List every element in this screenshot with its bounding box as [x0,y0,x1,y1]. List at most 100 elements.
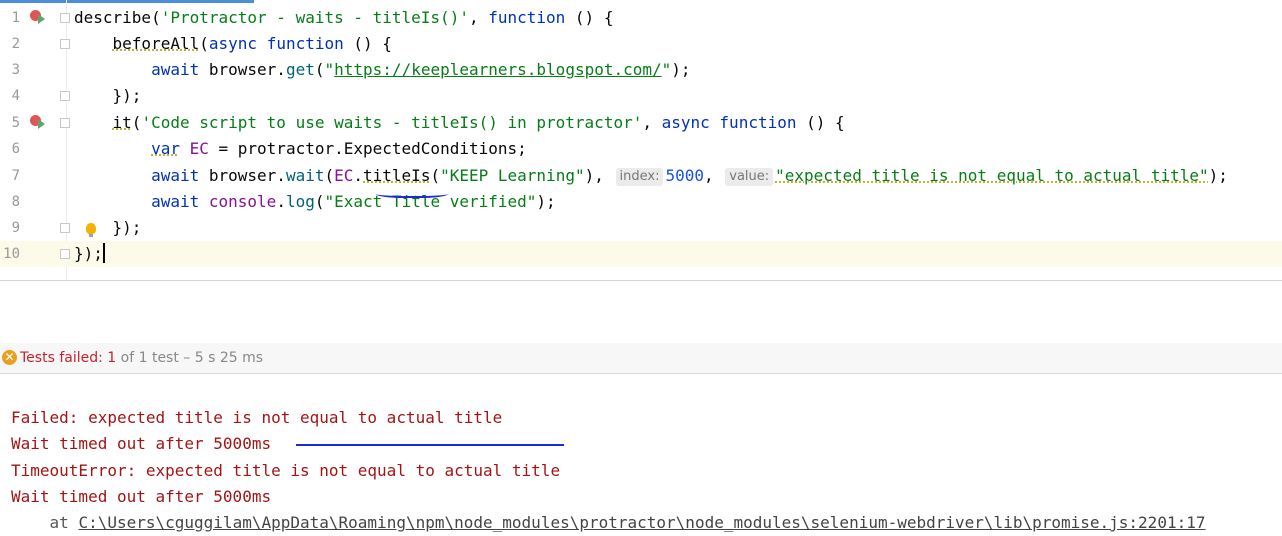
code-token: titleIs [363,166,431,185]
code-line[interactable]: 7 await browser.wait(EC.titleIs("KEEP Le… [0,163,1282,189]
code-token: , [642,113,662,132]
code-token: }); [74,86,142,105]
code-token: 'Protractor - waits - titleIs()' [160,8,469,27]
code-token: wait [285,166,325,185]
code-token: . [276,192,286,211]
code-line-current[interactable]: 10 }); [0,241,1282,267]
code-line[interactable]: 5 it('Code script to use waits - titleIs… [0,110,1282,136]
code-token: ( [430,166,441,185]
code-token: 5000 [665,166,704,185]
code-token: describe( [74,8,161,27]
code-token: () { [796,113,845,132]
code-token: ); [536,192,556,211]
code-token: browser. [199,166,286,185]
line-code[interactable]: await browser.get("https://keeplearners.… [74,57,691,83]
fold-icon[interactable] [60,223,70,233]
test-status-bar: ✕ Tests failed: 1 of 1 test – 5 s 25 ms [0,343,1282,374]
code-token: beforeAll [112,34,200,53]
code-token: var [151,139,180,158]
parameter-hint: value: [725,168,774,186]
code-token: async [208,34,258,53]
line-number: 6 [11,141,20,157]
code-token: EC [189,139,209,158]
lightbulb-icon[interactable] [86,223,96,237]
code-line[interactable]: 3 await browser.get("https://keeplearner… [0,57,1282,83]
run-test-icon[interactable] [30,115,45,129]
line-number: 4 [11,88,20,104]
code-token: }); [74,218,142,237]
code-token: function [719,113,797,132]
output-line: Failed: expected title is not equal to a… [11,408,503,427]
line-number: 3 [11,62,20,78]
code-token: EC [334,166,354,185]
code-token: await [151,192,200,211]
annotation-underline [296,444,564,446]
code-token: () { [343,34,392,53]
code-token: = protractor.ExpectedConditions; [208,139,527,158]
line-code[interactable]: describe('Protractor - waits - titleIs()… [74,5,613,31]
line-code[interactable]: var EC = protractor.ExpectedConditions; [74,136,527,162]
line-code[interactable]: }); [74,83,142,109]
output-line: TimeoutError: expected title is not equa… [11,461,561,480]
code-line[interactable]: 4 }); [0,83,1282,109]
line-number: 9 [11,220,20,236]
line-number: 8 [11,194,20,210]
code-token: ( [314,192,325,211]
code-token: https://keeplearners.blogspot.com/ [334,60,662,79]
code-token: 'Code script to use waits - titleIs() in… [141,113,643,132]
code-editor[interactable]: 1 describe('Protractor - waits - titleIs… [0,0,1282,280]
status-label: Tests failed: [20,350,103,366]
code-token: ( [324,166,335,185]
fold-icon[interactable] [60,39,70,49]
line-code[interactable]: await console.log("Exact Title verified"… [74,189,556,215]
line-number: 10 [3,246,20,262]
stack-trace-line: at C:\Users\cguggilam\AppData\Roaming\np… [11,510,1206,536]
code-token: "expected title is not equal to actual t… [775,166,1209,185]
line-code[interactable]: it('Code script to use waits - titleIs()… [74,110,845,136]
line-code[interactable]: }); [74,241,105,267]
code-token: () { [565,8,614,27]
test-run-panel: ✕ Tests failed: 1 of 1 test – 5 s 25 ms … [0,281,1282,532]
code-line[interactable]: 8 await console.log("Exact Title verifie… [0,189,1282,215]
code-line[interactable]: 2 beforeAll(async function () { [0,31,1282,57]
code-token: async [661,113,710,132]
status-detail: of 1 test – 5 s 25 ms [120,350,264,366]
fold-icon[interactable] [60,249,70,259]
code-token: }); [74,244,103,263]
code-token: ); [671,60,691,79]
run-test-icon[interactable] [30,10,45,24]
code-token: log [285,192,315,211]
fold-icon[interactable] [60,118,70,128]
fold-icon[interactable] [60,13,70,23]
stack-path-link[interactable]: C:\Users\cguggilam\AppData\Roaming\npm\n… [78,513,1205,532]
code-token: ); [1208,166,1228,185]
code-line[interactable]: 6 var EC = protractor.ExpectedConditions… [0,136,1282,162]
line-number: 7 [11,168,20,184]
status-text: Tests failed: 1 of 1 test – 5 s 25 ms [20,343,263,373]
fold-icon[interactable] [60,91,70,101]
code-token: "KEEP Learning" [440,166,585,185]
line-code[interactable]: }); [74,215,142,241]
line-code[interactable]: beforeAll(async function () { [74,31,392,57]
line-code[interactable]: await browser.wait(EC.titleIs("KEEP Lear… [74,163,1228,189]
annotation-underline [376,188,448,198]
line-number: 2 [11,36,20,52]
code-line[interactable]: 9 }); [0,215,1282,241]
code-token: get [285,60,315,79]
output-line: Wait timed out after 5000ms [11,487,272,506]
line-number: 1 [11,10,20,26]
code-line[interactable]: 1 describe('Protractor - waits - titleIs… [0,5,1282,31]
code-token: browser. [199,60,286,79]
code-token: ( [131,113,142,132]
line-number: 5 [11,115,20,131]
code-token: " [661,60,672,79]
code-token: . [353,166,364,185]
code-token: " [324,60,335,79]
